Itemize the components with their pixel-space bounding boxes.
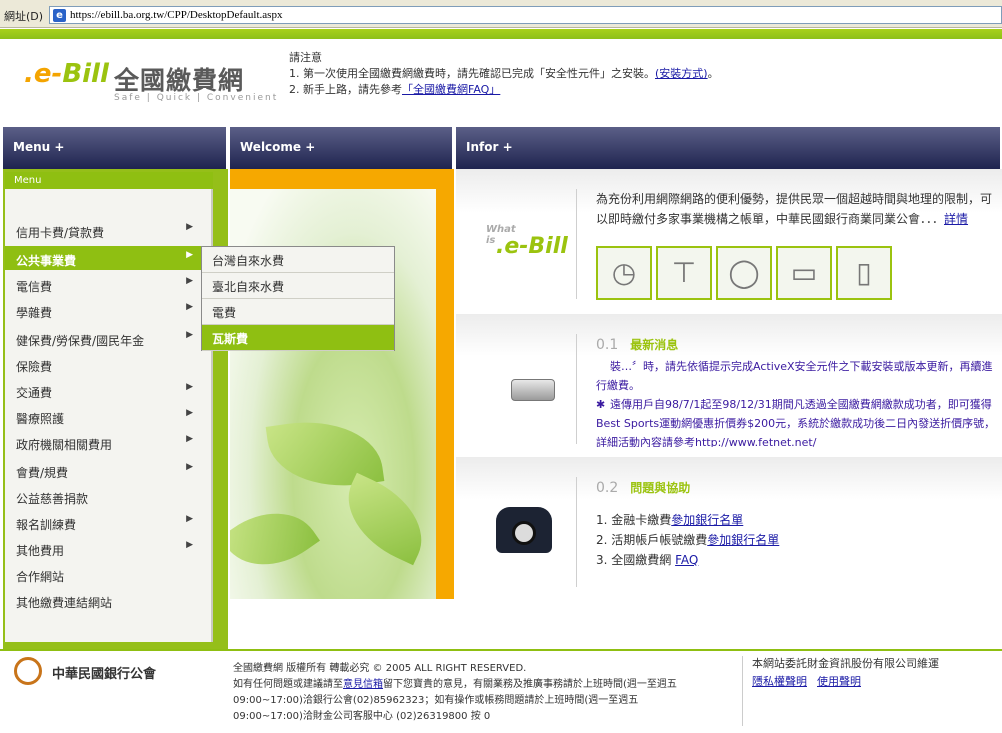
chevron-right-icon: ▶ — [186, 540, 193, 550]
news-item[interactable]: ✱ 遠傳用戶自98/7/1起至98/12/31期間凡透過全國繳費網繳款成功者，即可… — [596, 395, 996, 447]
faq-help-link[interactable]: FAQ — [675, 553, 698, 567]
section-divider — [576, 477, 577, 587]
notice-line-2: 2. 新手上路，請先參考「全國繳費網FAQ」 — [289, 83, 501, 96]
ebill-intro-text: 為充份利用網際網路的便利優勢，提供民眾一個超越時間與地理的限制，可以即時繳付多家… — [596, 192, 993, 226]
phone-icon: ▯ — [836, 246, 892, 300]
address-url[interactable]: https://ebill.ba.org.tw/CPP/DesktopDefau… — [70, 9, 282, 21]
submenu-item-taipei-water[interactable]: 臺北自來水費 — [202, 273, 394, 299]
help-section: 0.2 問題與協助 1. 金融卡繳費參加銀行名單 2. 活期帳戶帳號繳費參加銀行… — [456, 457, 1002, 599]
bank-list-link[interactable]: 參加銀行名單 — [707, 533, 779, 547]
menu-item-membership[interactable]: 會費/規費 ▶ — [5, 458, 211, 482]
what-is-ebill-section: What is .e-Bill 為充份利用網際網路的便利優勢，提供民眾一個超越時… — [456, 169, 1002, 314]
logo-ebill-text: .e-Bill — [24, 59, 109, 89]
chevron-right-icon: ▶ — [186, 382, 193, 392]
logo-tagline: Safe | Quick | Convenient — [114, 93, 279, 103]
menu-title: Menu — [5, 172, 213, 189]
faq-link[interactable]: 「全國繳費網FAQ」 — [402, 83, 500, 96]
chevron-right-icon: ▶ — [186, 302, 193, 312]
news-item: 裝…〞時，請先依循提示完成ActiveX安全元件之下載安裝或版本更新，再續進行繳… — [596, 360, 993, 392]
telephone-icon — [496, 507, 552, 553]
site-footer: 中華民國銀行公會 全國繳費網 版權所有 轉載必究 © 2005 ALL RIGH… — [0, 651, 1002, 733]
welcome-panel — [230, 169, 454, 599]
terms-link[interactable]: 使用聲明 — [817, 675, 861, 688]
news-list: 裝…〞時，請先依循提示完成ActiveX安全元件之下載安裝或版本更新，再續進行繳… — [596, 357, 996, 447]
chevron-right-icon: ▶ — [186, 434, 193, 444]
chevron-right-icon: ▶ — [186, 250, 193, 260]
help-item: 1. 金融卡繳費參加銀行名單 — [596, 513, 744, 527]
news-heading: 0.1 最新消息 — [596, 337, 679, 353]
menu-item-other-links[interactable]: 其他繳費連結網站 — [5, 588, 211, 612]
details-link[interactable]: 詳情 — [944, 212, 968, 226]
infor-header: Infor + — [456, 127, 1002, 169]
footer-contact: 如有任何問題或建議請至意見信箱留下您寶貴的意見，有關業務及推廣事務請於上班時間(… — [233, 679, 677, 722]
public-utility-submenu: 台灣自來水費 臺北自來水費 電費 瓦斯費 — [201, 246, 395, 351]
menu-item-credit-card[interactable]: 信用卡費/貸款費 ▶ — [5, 218, 211, 242]
address-input[interactable]: e https://ebill.ba.org.tw/CPP/DesktopDef… — [49, 6, 1002, 24]
menu-panel: Menu 信用卡費/貸款費 ▶ 公共事業費 ▶ 電信費 ▶ 學雜費 ▶ 健保費/勞保費/… — [5, 172, 213, 642]
privacy-link[interactable]: 隱私權聲明 — [752, 675, 807, 688]
menu-item-charity[interactable]: 公益慈善捐款 — [5, 484, 211, 508]
menu-item-medical[interactable]: 醫療照護 ▶ — [5, 404, 211, 428]
menu-item-government[interactable]: 政府機關相關費用 ▶ — [5, 430, 211, 454]
menu-item-insurance[interactable]: 保險費 — [5, 352, 211, 376]
clock-icon: ◷ — [596, 246, 652, 300]
footer-separator — [742, 656, 743, 726]
chevron-right-icon: ▶ — [186, 222, 193, 232]
submenu-item-taiwan-water[interactable]: 台灣自來水費 — [202, 247, 394, 273]
submenu-item-gas[interactable]: 瓦斯費 — [202, 325, 394, 351]
section-divider — [576, 189, 577, 299]
menu-item-transport[interactable]: 交通費 ▶ — [5, 378, 211, 402]
clip-icon — [511, 379, 555, 401]
chevron-right-icon: ▶ — [186, 330, 193, 340]
site-header: .e-Bill 全國繳費網 Safe | Quick | Convenient … — [0, 39, 1002, 123]
help-item: 3. 全國繳費網 FAQ — [596, 553, 699, 567]
submenu-item-electricity[interactable]: 電費 — [202, 299, 394, 325]
address-label: 網址(D) — [4, 10, 44, 23]
info-panel: What is .e-Bill 為充份利用網際網路的便利優勢，提供民眾一個超越時… — [456, 169, 1002, 599]
faucet-icon: ⊤ — [656, 246, 712, 300]
help-item: 2. 活期帳戶帳號繳費參加銀行名單 — [596, 533, 780, 547]
section-divider — [576, 334, 577, 444]
install-guide-link[interactable]: (安裝方式) — [655, 67, 708, 80]
chevron-right-icon: ▶ — [186, 408, 193, 418]
feedback-mailbox-link[interactable]: 意見信箱 — [343, 679, 383, 690]
footer-right: 本網站委託財金資訊股份有限公司維運 隱私權聲明 使用聲明 — [752, 655, 939, 691]
association-emblem-icon — [14, 657, 42, 685]
footer-copyright: 全國繳費網 版權所有 轉載必究 © 2005 ALL RIGHT RESERVE… — [233, 661, 693, 725]
help-list: 1. 金融卡繳費參加銀行名單 2. 活期帳戶帳號繳費參加銀行名單 3. 全國繳費… — [596, 510, 779, 570]
star-icon: ✱ — [596, 398, 606, 411]
welcome-header: Welcome + — [230, 127, 454, 169]
logo-chinese-name: 全國繳費網 — [114, 66, 245, 95]
menu-item-telecom[interactable]: 電信費 ▶ — [5, 272, 211, 296]
notice-box: 請注意 1. 第一次使用全國繳費網繳費時，請先確認已完成「安全性元件」之安裝。(… — [289, 50, 719, 98]
menu-item-health-insurance[interactable]: 健保費/勞保費/國民年金 ▶ — [5, 326, 211, 350]
menu-header: Menu + — [3, 127, 228, 169]
news-section: 0.1 最新消息 裝…〞時，請先依循提示完成ActiveX安全元件之下載安裝或版… — [456, 314, 1002, 454]
menu-item-public-utility[interactable]: 公共事業費 ▶ — [5, 246, 211, 270]
help-heading: 0.2 問題與協助 — [596, 480, 691, 496]
ie-page-icon: e — [53, 9, 66, 22]
card-icon: ▭ — [776, 246, 832, 300]
menu-item-registration[interactable]: 報名訓練費 ▶ — [5, 510, 211, 534]
notice-line-1: 1. 第一次使用全國繳費網繳費時，請先確認已完成「安全性元件」之安裝。(安裝方式… — [289, 67, 719, 80]
chevron-right-icon: ▶ — [186, 514, 193, 524]
bulb-icon: ◯ — [716, 246, 772, 300]
bank-list-link[interactable]: 參加銀行名單 — [671, 513, 743, 527]
notice-title: 請注意 — [289, 51, 322, 64]
address-bar: 網址(D) e https://ebill.ba.org.tw/CPP/Desk… — [0, 0, 1002, 28]
menu-item-tuition[interactable]: 學雜費 ▶ — [5, 298, 211, 322]
top-green-strip — [0, 29, 1002, 39]
chevron-right-icon: ▶ — [186, 462, 193, 472]
menu-item-other-fees[interactable]: 其他費用 ▶ — [5, 536, 211, 560]
bankers-association-logo[interactable]: 中華民國銀行公會 — [14, 657, 184, 687]
menu-item-partner-sites[interactable]: 合作網站 — [5, 562, 211, 586]
maintainer-text: 本網站委託財金資訊股份有限公司維運 — [752, 657, 939, 670]
chevron-right-icon: ▶ — [186, 276, 193, 286]
